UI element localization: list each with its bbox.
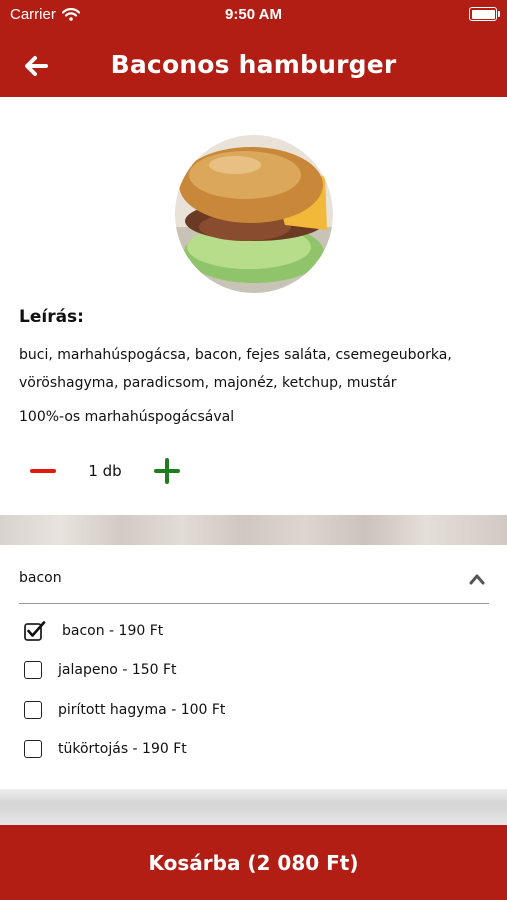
background-strip xyxy=(0,789,507,825)
product-note: 100%-os marhahúspogácsával xyxy=(19,409,235,425)
quantity-value: 1 db xyxy=(88,462,122,480)
description-label: Leírás: xyxy=(19,307,84,327)
add-to-cart-button[interactable]: Kosárba (2 080 Ft) xyxy=(0,825,507,900)
divider xyxy=(19,603,489,604)
checkbox-icon[interactable] xyxy=(24,661,42,679)
description-line: vöröshagyma, paradicsom, majonéz, ketchu… xyxy=(19,375,397,391)
status-time: 9:50 AM xyxy=(225,6,282,23)
top-bar: Carrier 9:50 AM Baconos hamburger xyxy=(0,0,507,97)
minus-icon[interactable] xyxy=(30,469,56,473)
status-bar: Carrier 9:50 AM xyxy=(0,0,507,28)
extra-option-label: pirított hagyma - 100 Ft xyxy=(58,702,226,718)
extra-option-label: bacon - 190 Ft xyxy=(62,623,164,639)
extras-card: bacon bacon - 190 Ft jalapeno - 150 Ft p… xyxy=(0,545,507,789)
checkbox-checked-icon[interactable] xyxy=(24,621,46,641)
extra-option-jalapeno[interactable]: jalapeno - 150 Ft xyxy=(24,658,177,682)
nav-bar: Baconos hamburger xyxy=(0,36,507,96)
checkbox-icon[interactable] xyxy=(24,740,42,758)
extra-option-onion[interactable]: pirított hagyma - 100 Ft xyxy=(24,698,225,722)
description-line: buci, marhahúspogácsa, bacon, fejes salá… xyxy=(19,347,452,363)
page-title: Baconos hamburger xyxy=(110,50,397,79)
plus-icon[interactable] xyxy=(154,458,180,484)
extra-option-label: tükörtojás - 190 Ft xyxy=(58,741,187,757)
product-description: buci, marhahúspogácsa, bacon, fejes salá… xyxy=(19,341,489,397)
chevron-up-icon[interactable] xyxy=(469,573,485,585)
extra-option-egg[interactable]: tükörtojás - 190 Ft xyxy=(24,737,187,761)
extra-option-label: jalapeno - 150 Ft xyxy=(58,662,177,678)
extra-option-bacon[interactable]: bacon - 190 Ft xyxy=(24,619,163,643)
quantity-stepper: 1 db xyxy=(30,455,180,487)
extras-title: bacon xyxy=(19,570,62,586)
product-image xyxy=(175,135,333,293)
checkbox-icon[interactable] xyxy=(24,701,42,719)
background-strip xyxy=(0,515,507,545)
battery-icon xyxy=(469,7,500,21)
